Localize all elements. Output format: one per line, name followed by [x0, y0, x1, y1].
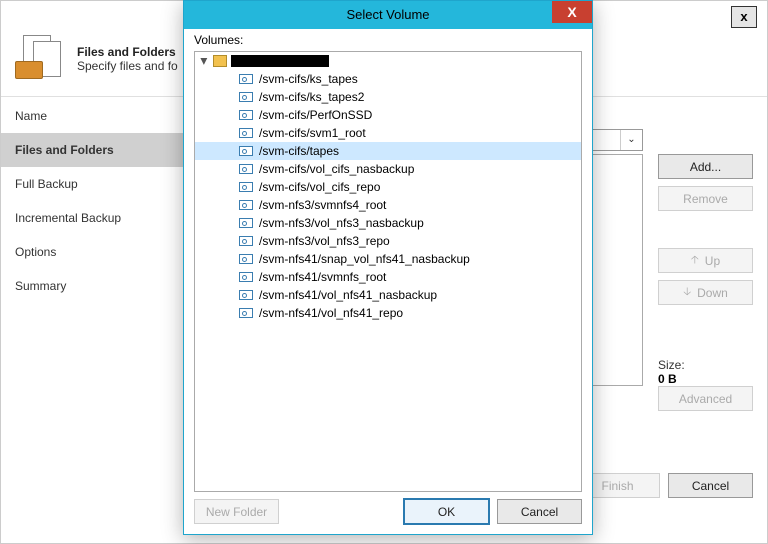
select-volume-dialog: Select Volume X Volumes: ▶ /svm-cifs/ks_…	[183, 0, 593, 535]
volume-icon	[239, 146, 253, 156]
tree-root[interactable]: ▶	[195, 52, 581, 70]
files-folders-icon	[15, 35, 63, 83]
nav-full-backup[interactable]: Full Backup	[1, 167, 186, 201]
volume-icon	[239, 272, 253, 282]
dialog-body: Volumes: ▶ /svm-cifs/ks_tapes/svm-cifs/k…	[194, 33, 582, 492]
side-button-column: Add... Remove 🡡 Up 🡣 Down	[658, 154, 753, 312]
volume-row[interactable]: /svm-cifs/ks_tapes	[195, 70, 581, 88]
dialog-footer: New Folder OK Cancel	[194, 499, 582, 524]
volume-icon	[239, 200, 253, 210]
volume-icon	[239, 128, 253, 138]
volume-label: /svm-nfs41/snap_vol_nfs41_nasbackup	[259, 252, 470, 266]
volume-label: /svm-nfs41/svmnfs_root	[259, 270, 386, 284]
volume-label: /svm-nfs3/vol_nfs3_nasbackup	[259, 216, 424, 230]
size-info: Size: 0 B	[658, 358, 753, 386]
close-button[interactable]: x	[731, 6, 757, 28]
wizard-header-text: Files and Folders Specify files and fo	[77, 45, 178, 73]
volume-label: /svm-nfs41/vol_nfs41_repo	[259, 306, 403, 320]
volume-label: /svm-cifs/vol_cifs_repo	[259, 180, 380, 194]
volume-label: /svm-cifs/ks_tapes2	[259, 90, 364, 104]
nav-incremental-backup[interactable]: Incremental Backup	[1, 201, 186, 235]
new-folder-button: New Folder	[194, 499, 279, 524]
volume-label: /svm-cifs/PerfOnSSD	[259, 108, 372, 122]
wizard-nav: Name Files and Folders Full Backup Incre…	[1, 99, 186, 498]
volume-row[interactable]: /svm-cifs/svm1_root	[195, 124, 581, 142]
size-value: 0 B	[658, 372, 753, 386]
page-subtitle: Specify files and fo	[77, 59, 178, 73]
volume-row[interactable]: /svm-cifs/ks_tapes2	[195, 88, 581, 106]
volume-label: /svm-cifs/ks_tapes	[259, 72, 358, 86]
volume-label: /svm-nfs3/svmnfs4_root	[259, 198, 386, 212]
volume-icon	[239, 236, 253, 246]
dialog-cancel-button[interactable]: Cancel	[497, 499, 582, 524]
volume-row[interactable]: /svm-cifs/tapes	[195, 142, 581, 160]
volume-row[interactable]: /svm-nfs3/vol_nfs3_repo	[195, 232, 581, 250]
volume-label: /svm-cifs/svm1_root	[259, 126, 366, 140]
remove-button: Remove	[658, 186, 753, 211]
down-arrow-icon: 🡣	[683, 283, 691, 302]
volume-row[interactable]: /svm-nfs3/svmnfs4_root	[195, 196, 581, 214]
volumes-tree[interactable]: ▶ /svm-cifs/ks_tapes/svm-cifs/ks_tapes2 /…	[194, 51, 582, 492]
wizard-cancel-button[interactable]: Cancel	[668, 473, 753, 498]
volume-row[interactable]: /svm-nfs41/svmnfs_root	[195, 268, 581, 286]
up-label: Up	[705, 254, 720, 268]
ok-button[interactable]: OK	[404, 499, 489, 524]
volume-row[interactable]: /svm-nfs41/vol_nfs41_nasbackup	[195, 286, 581, 304]
volume-row[interactable]: /svm-nfs3/vol_nfs3_nasbackup	[195, 214, 581, 232]
volume-row[interactable]: /svm-cifs/PerfOnSSD	[195, 106, 581, 124]
volume-icon	[239, 308, 253, 318]
volume-row[interactable]: /svm-cifs/vol_cifs_nasbackup	[195, 160, 581, 178]
nav-files-folders[interactable]: Files and Folders	[1, 133, 186, 167]
size-label: Size:	[658, 358, 753, 372]
down-button: 🡣 Down	[658, 280, 753, 305]
dialog-close-button[interactable]: X	[552, 1, 592, 23]
volume-icon	[239, 74, 253, 84]
volume-row[interactable]: /svm-nfs41/vol_nfs41_repo	[195, 304, 581, 322]
dialog-titlebar[interactable]: Select Volume X	[184, 1, 592, 29]
volume-label: /svm-cifs/tapes	[259, 144, 339, 158]
volume-icon	[239, 254, 253, 264]
volume-row[interactable]: /svm-cifs/vol_cifs_repo	[195, 178, 581, 196]
down-label: Down	[697, 286, 728, 300]
volume-icon	[239, 110, 253, 120]
volume-icon	[239, 164, 253, 174]
add-button[interactable]: Add...	[658, 154, 753, 179]
volume-label: /svm-nfs41/vol_nfs41_nasbackup	[259, 288, 437, 302]
drive-icon	[213, 55, 227, 67]
advanced-wrap: Advanced	[658, 386, 753, 418]
caret-icon[interactable]: ▶	[199, 56, 210, 66]
volume-icon	[239, 218, 253, 228]
up-button: 🡡 Up	[658, 248, 753, 273]
wizard-footer-buttons: Finish Cancel	[575, 473, 753, 498]
volume-row[interactable]: /svm-nfs41/snap_vol_nfs41_nasbackup	[195, 250, 581, 268]
page-title: Files and Folders	[77, 45, 178, 59]
nav-summary[interactable]: Summary	[1, 269, 186, 303]
redacted-host-label	[231, 55, 329, 67]
volume-icon	[239, 92, 253, 102]
volume-label: /svm-nfs3/vol_nfs3_repo	[259, 234, 390, 248]
dialog-title: Select Volume	[346, 7, 429, 22]
volume-icon	[239, 290, 253, 300]
volume-icon	[239, 182, 253, 192]
nav-name[interactable]: Name	[1, 99, 186, 133]
advanced-button: Advanced	[658, 386, 753, 411]
volume-label: /svm-cifs/vol_cifs_nasbackup	[259, 162, 414, 176]
up-arrow-icon: 🡡	[691, 251, 699, 270]
chevron-down-icon[interactable]: ⌄	[620, 130, 642, 150]
volumes-label: Volumes:	[194, 33, 582, 47]
nav-options[interactable]: Options	[1, 235, 186, 269]
